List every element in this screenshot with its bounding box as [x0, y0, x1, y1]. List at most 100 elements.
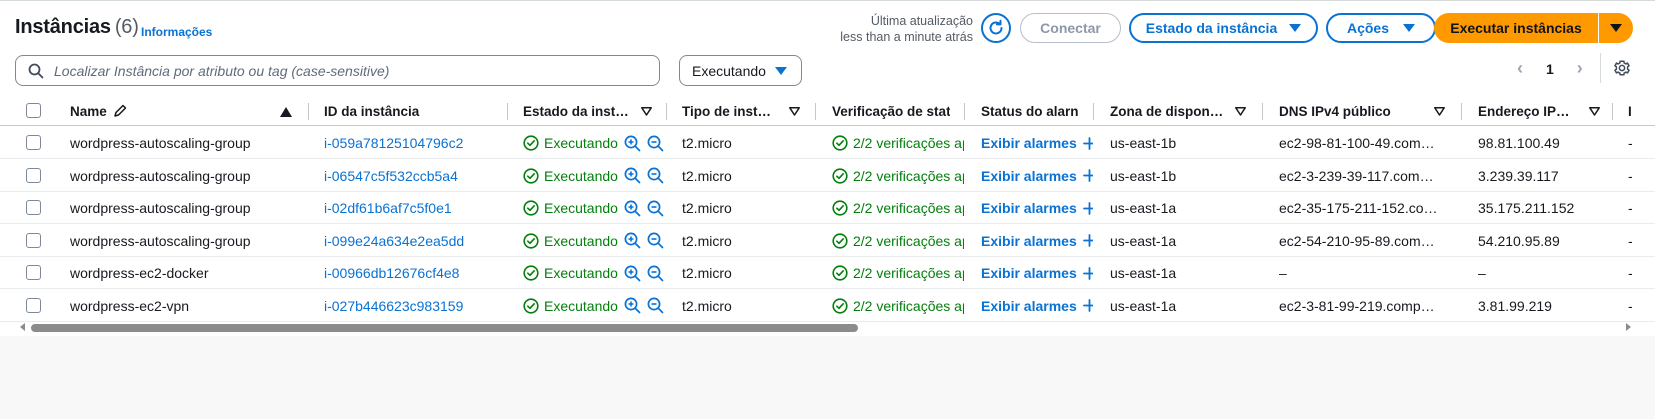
- previous-page-icon[interactable]: ‹: [1514, 58, 1526, 79]
- view-alarms-link[interactable]: Exibir alarmes: [981, 160, 1093, 192]
- zoom-out-icon[interactable]: [647, 167, 664, 184]
- connect-button[interactable]: Conectar: [1020, 13, 1121, 43]
- zoom-out-icon[interactable]: [647, 232, 664, 249]
- column-header-status-check[interactable]: Verificação de stat: [832, 96, 950, 126]
- row-checkbox[interactable]: [26, 265, 41, 280]
- zoom-out-icon[interactable]: [647, 200, 664, 217]
- edit-icon[interactable]: [113, 104, 127, 118]
- zoom-in-icon[interactable]: [624, 167, 641, 184]
- plus-icon[interactable]: [1082, 266, 1093, 280]
- select-all-checkbox[interactable]: [26, 103, 41, 118]
- info-link[interactable]: Informações: [141, 25, 212, 39]
- instance-id-link[interactable]: i-059a78125104796c2: [324, 127, 499, 159]
- table-row[interactable]: wordpress-autoscaling-group i-02df61b6af7…: [0, 192, 1655, 224]
- table-row[interactable]: wordpress-ec2-docker i-00966db12676cf4e8 E…: [0, 257, 1655, 289]
- public-dns: –: [1279, 265, 1287, 281]
- row-checkbox[interactable]: [26, 297, 41, 313]
- status-check-text: 2/2 verificações ap: [853, 297, 964, 314]
- current-page[interactable]: 1: [1546, 61, 1554, 77]
- column-header-type[interactable]: Tipo de inst…: [682, 96, 800, 126]
- plus-icon[interactable]: [1082, 299, 1093, 312]
- instance-id-link[interactable]: i-02df61b6af7c5f0e1: [324, 192, 499, 224]
- state-filter-select[interactable]: Executando: [679, 55, 802, 86]
- plus-icon[interactable]: [1082, 201, 1093, 215]
- plus-icon[interactable]: [1082, 169, 1093, 182]
- view-alarms-link[interactable]: Exibir alarmes: [981, 192, 1093, 224]
- view-alarms-text: Exibir alarmes: [981, 135, 1077, 151]
- column-divider: [1093, 103, 1094, 120]
- caret-down-icon: [1610, 24, 1622, 32]
- row-checkbox[interactable]: [26, 167, 41, 183]
- table-settings-button[interactable]: [1610, 56, 1634, 80]
- view-alarms-text: Exibir alarmes: [981, 200, 1077, 216]
- availability-zone: us-east-1a: [1110, 232, 1177, 249]
- search-input[interactable]: [54, 62, 634, 79]
- instance-id-link[interactable]: i-06547c5f532ccb5a4: [324, 160, 499, 192]
- search-field[interactable]: [15, 55, 660, 86]
- column-id-label: ID da instância: [324, 103, 420, 119]
- public-dns: ec2-3-239-39-117.com…: [1279, 167, 1434, 184]
- instance-state: Executando: [523, 160, 673, 192]
- sort-ascending-icon[interactable]: [280, 107, 292, 117]
- check-circle-icon: [523, 200, 539, 216]
- next-page-icon[interactable]: ›: [1574, 58, 1586, 79]
- sort-icon[interactable]: [1235, 107, 1246, 116]
- column-type-label: Tipo de inst…: [682, 103, 772, 119]
- extra-cell: -: [1628, 200, 1633, 216]
- column-header-extra[interactable]: I: [1628, 96, 1648, 126]
- horizontal-scrollbar-thumb[interactable]: [31, 324, 858, 332]
- column-header-alarm[interactable]: Status do alarn: [981, 96, 1081, 126]
- row-checkbox[interactable]: [26, 135, 41, 150]
- column-header-name[interactable]: Name: [70, 96, 295, 126]
- sort-icon[interactable]: [641, 107, 652, 116]
- check-circle-icon: [832, 265, 848, 281]
- instance-id-link[interactable]: i-00966db12676cf4e8: [324, 257, 499, 289]
- plus-icon[interactable]: [1082, 234, 1093, 247]
- zoom-in-icon[interactable]: [624, 200, 641, 217]
- zoom-out-icon[interactable]: [647, 135, 664, 152]
- availability-zone: us-east-1b: [1110, 135, 1177, 151]
- instance-state-button[interactable]: Estado da instância: [1129, 13, 1318, 43]
- table-row[interactable]: wordpress-autoscaling-group i-059a7812510…: [0, 127, 1655, 159]
- instance-state-text: Executando: [544, 232, 618, 249]
- instance-id-link[interactable]: i-099e24a634e2ea5dd: [324, 225, 499, 257]
- column-header-zone[interactable]: Zona de dispon…: [1110, 96, 1246, 126]
- instance-name: wordpress-autoscaling-group: [70, 232, 251, 249]
- instance-type: t2.micro: [682, 297, 732, 314]
- zoom-out-icon[interactable]: [647, 297, 664, 314]
- view-alarms-link[interactable]: Exibir alarmes: [981, 257, 1093, 289]
- state-filter-value: Executando: [692, 62, 766, 79]
- scroll-right-icon[interactable]: [1626, 323, 1631, 331]
- column-header-ip[interactable]: Endereço IP…: [1478, 96, 1600, 126]
- row-checkbox[interactable]: [26, 232, 41, 248]
- view-alarms-text: Exibir alarmes: [981, 232, 1077, 249]
- zoom-in-icon[interactable]: [624, 265, 641, 282]
- public-dns: ec2-98-81-100-49.com…: [1279, 135, 1435, 151]
- table-row[interactable]: wordpress-autoscaling-group i-06547c5f532…: [0, 160, 1655, 192]
- availability-zone: us-east-1b: [1110, 167, 1177, 184]
- column-header-dns[interactable]: DNS IPv4 público: [1279, 96, 1445, 126]
- scroll-left-icon[interactable]: [20, 323, 25, 331]
- column-header-state[interactable]: Estado da inst…: [523, 96, 652, 126]
- view-alarms-link[interactable]: Exibir alarmes: [981, 290, 1093, 322]
- table-row[interactable]: wordpress-autoscaling-group i-099e24a634e…: [0, 225, 1655, 257]
- zoom-out-icon[interactable]: [647, 265, 664, 282]
- table-row[interactable]: wordpress-ec2-vpn i-027b446623c983159 Exec…: [0, 290, 1655, 322]
- zoom-in-icon[interactable]: [624, 135, 641, 152]
- sort-icon[interactable]: [1434, 107, 1445, 116]
- row-checkbox[interactable]: [26, 200, 41, 215]
- page-title-text: Instâncias: [15, 16, 111, 38]
- refresh-button[interactable]: [981, 13, 1011, 43]
- launch-options-button[interactable]: [1599, 13, 1633, 43]
- column-header-id[interactable]: ID da instância: [324, 96, 494, 126]
- actions-button[interactable]: Ações: [1326, 13, 1436, 43]
- sort-icon[interactable]: [789, 107, 800, 116]
- zoom-in-icon[interactable]: [624, 232, 641, 249]
- sort-icon[interactable]: [1589, 107, 1600, 116]
- instance-id-link[interactable]: i-027b446623c983159: [324, 290, 499, 322]
- plus-icon[interactable]: [1082, 136, 1093, 150]
- launch-instances-button[interactable]: Executar instâncias: [1434, 13, 1598, 43]
- view-alarms-link[interactable]: Exibir alarmes: [981, 225, 1093, 257]
- zoom-in-icon[interactable]: [624, 297, 641, 314]
- view-alarms-link[interactable]: Exibir alarmes: [981, 127, 1093, 159]
